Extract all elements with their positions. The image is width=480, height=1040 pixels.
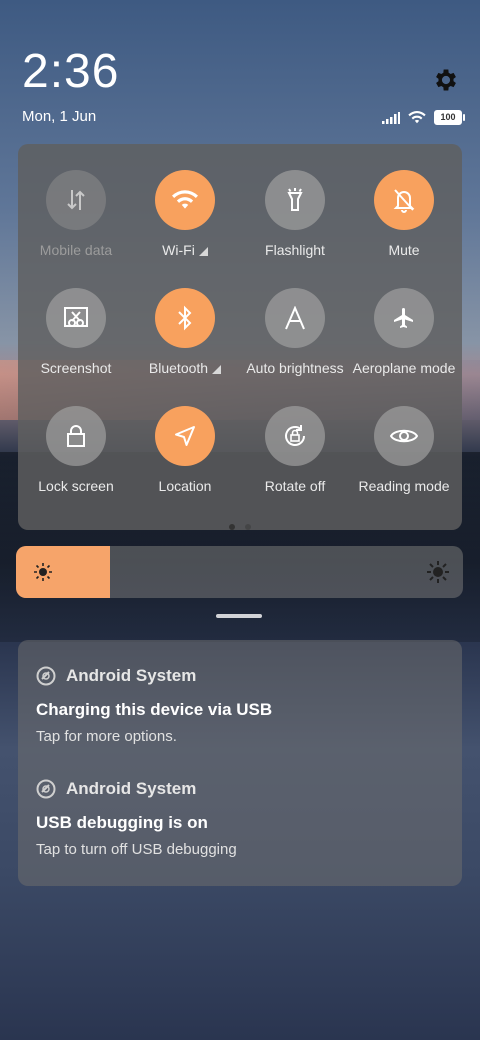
auto-brightness-icon[interactable]	[265, 288, 325, 348]
notification-app-name: Android System	[66, 779, 197, 798]
android-system-icon	[36, 779, 56, 799]
drag-handle[interactable]	[216, 614, 262, 618]
brightness-high-icon	[427, 561, 449, 583]
tile-label: Lock screen	[38, 478, 114, 494]
brightness-fill	[16, 546, 110, 598]
bell-off-icon[interactable]	[374, 170, 434, 230]
tile-mobile-data[interactable]: Mobile data	[21, 170, 131, 258]
tile-location[interactable]: Location	[130, 406, 240, 494]
tile-wifi[interactable]: Wi-Fi	[130, 170, 240, 258]
notification-title: USB debugging is on	[36, 813, 208, 832]
notification-text: Tap to turn off USB debugging	[36, 841, 237, 858]
tile-reading-mode[interactable]: Reading mode	[349, 406, 459, 494]
screenshot-icon[interactable]	[46, 288, 106, 348]
lock-icon[interactable]	[46, 406, 106, 466]
tile-rotate-off[interactable]: Rotate off	[240, 406, 350, 494]
eye-icon[interactable]	[374, 406, 434, 466]
tile-label: Auto brightness	[246, 360, 344, 376]
rotate-lock-icon[interactable]	[265, 406, 325, 466]
notification-item[interactable]: Android System USB debugging is on Tap t…	[36, 779, 444, 858]
flashlight-icon[interactable]	[265, 170, 325, 230]
clock[interactable]: 2:36	[22, 48, 119, 96]
notification-app-name: Android System	[66, 666, 197, 685]
wifi-icon[interactable]	[155, 170, 215, 230]
quick-settings-panel: Mobile data Wi-Fi Flashlight Mute Screen…	[18, 144, 462, 530]
tile-label: Wi-Fi	[162, 242, 195, 258]
bluetooth-icon[interactable]	[155, 288, 215, 348]
page-dot	[245, 524, 251, 530]
tile-auto-brightness[interactable]: Auto brightness	[240, 288, 350, 376]
tile-screenshot[interactable]: Screenshot	[21, 288, 131, 376]
tile-label: Aeroplane mode	[352, 360, 456, 376]
tile-bluetooth[interactable]: Bluetooth	[130, 288, 240, 376]
notification-text: Tap for more options.	[36, 728, 177, 745]
tile-label: Mute	[388, 242, 420, 258]
tile-label: Reading mode	[358, 478, 450, 494]
location-icon[interactable]	[155, 406, 215, 466]
date[interactable]: Mon, 1 Jun	[22, 108, 96, 125]
expand-indicator-icon	[212, 365, 222, 374]
notification-title: Charging this device via USB	[36, 700, 273, 719]
brightness-low-icon	[34, 563, 52, 581]
signal-icon	[382, 111, 400, 124]
tile-mute[interactable]: Mute	[349, 170, 459, 258]
page-dot-active	[229, 524, 235, 530]
mobile-data-icon[interactable]	[46, 170, 106, 230]
tile-label: Mobile data	[39, 242, 113, 258]
airplane-icon[interactable]	[374, 288, 434, 348]
tile-lock-screen[interactable]: Lock screen	[21, 406, 131, 494]
battery-icon: 100	[434, 110, 465, 125]
page-indicator	[18, 524, 462, 530]
android-system-icon	[36, 666, 56, 686]
status-bar-icons: 100	[382, 110, 465, 125]
brightness-slider[interactable]	[16, 546, 463, 598]
tile-label: Bluetooth	[148, 360, 209, 376]
tile-aeroplane-mode[interactable]: Aeroplane mode	[349, 288, 459, 376]
wifi-icon	[408, 111, 426, 124]
notification-panel: Android System Charging this device via …	[18, 640, 462, 886]
gear-icon[interactable]	[432, 66, 460, 94]
tile-flashlight[interactable]: Flashlight	[240, 170, 350, 258]
tile-label: Flashlight	[265, 242, 325, 258]
tile-label: Rotate off	[264, 478, 326, 494]
tile-label: Screenshot	[40, 360, 112, 376]
notification-item[interactable]: Android System Charging this device via …	[36, 666, 444, 745]
expand-indicator-icon	[198, 247, 208, 256]
tile-label: Location	[158, 478, 212, 494]
